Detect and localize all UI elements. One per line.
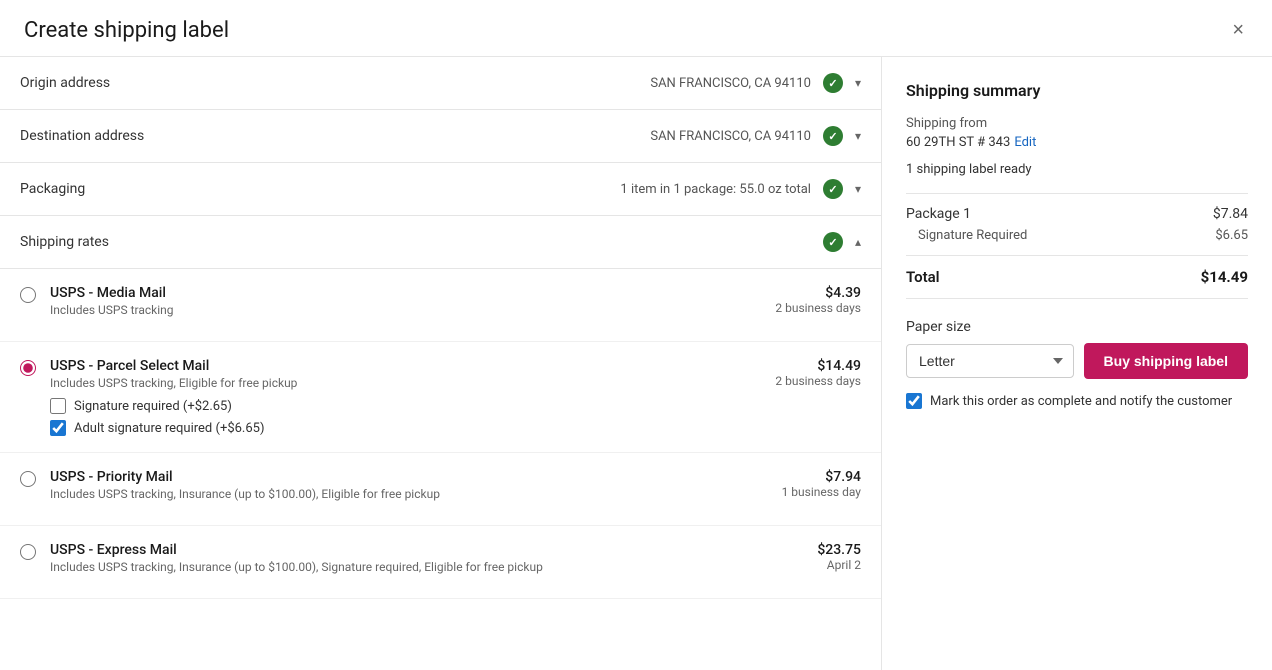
rate-express-mail-radio[interactable]: [20, 544, 36, 560]
rate-express-mail-price-col: $23.75 April 2: [817, 542, 861, 572]
rate-parcel-select-price: $14.49: [775, 358, 861, 374]
modal-title: Create shipping label: [24, 18, 229, 43]
paper-size-section: Paper size Letter 4x6 label 4x5 label Bu…: [906, 319, 1248, 379]
rate-media-mail-radio[interactable]: [20, 287, 36, 303]
rate-priority-mail-delivery: 1 business day: [782, 485, 861, 499]
rate-express-mail: USPS - Express Mail Includes USPS tracki…: [0, 526, 881, 599]
origin-right: SAN FRANCISCO, CA 94110 ▾: [650, 73, 861, 93]
rate-media-mail-desc: Includes USPS tracking: [50, 303, 759, 317]
destination-label: Destination address: [20, 128, 144, 144]
accordion-packaging-header[interactable]: Packaging 1 item in 1 package: 55.0 oz t…: [0, 163, 881, 215]
destination-chevron-icon: ▾: [855, 129, 861, 143]
shipping-rates-chevron-icon: ▴: [855, 235, 861, 249]
summary-divider-3: [906, 298, 1248, 299]
summary-package-row: Package 1 $7.84: [906, 206, 1248, 222]
accordion-origin-header[interactable]: Origin address SAN FRANCISCO, CA 94110 ▾: [0, 57, 881, 109]
summary-ready-label: 1 shipping label ready: [906, 162, 1248, 177]
rate-priority-mail-details: USPS - Priority Mail Includes USPS track…: [50, 469, 766, 509]
summary-signature-price: $6.65: [1215, 228, 1248, 243]
shipping-rates-right: ▴: [823, 232, 861, 252]
origin-value: SAN FRANCISCO, CA 94110: [650, 76, 811, 91]
close-button[interactable]: ×: [1228, 16, 1248, 44]
summary-divider-1: [906, 193, 1248, 194]
summary-shipping-from-label: Shipping from: [906, 116, 1248, 131]
accordion-destination: Destination address SAN FRANCISCO, CA 94…: [0, 110, 881, 163]
signature-required-label: Signature required (+$2.65): [74, 399, 232, 414]
packaging-value: 1 item in 1 package: 55.0 oz total: [620, 182, 811, 197]
summary-title: Shipping summary: [906, 81, 1248, 100]
rate-express-mail-details: USPS - Express Mail Includes USPS tracki…: [50, 542, 801, 582]
modal-header: Create shipping label ×: [0, 0, 1272, 57]
rate-parcel-select-name: USPS - Parcel Select Mail: [50, 358, 759, 374]
signature-required-checkbox[interactable]: [50, 398, 66, 414]
adult-signature-option: Adult signature required (+$6.65): [50, 420, 759, 436]
rate-priority-mail-price-col: $7.94 1 business day: [782, 469, 861, 499]
mark-complete-label: Mark this order as complete and notify t…: [930, 394, 1232, 409]
rate-media-mail: USPS - Media Mail Includes USPS tracking…: [0, 269, 881, 342]
buy-shipping-label-button[interactable]: Buy shipping label: [1084, 343, 1248, 379]
paper-size-row: Letter 4x6 label 4x5 label Buy shipping …: [906, 343, 1248, 379]
accordion-origin: Origin address SAN FRANCISCO, CA 94110 ▾: [0, 57, 881, 110]
summary-address-line: 60 29TH ST # 343 Edit: [906, 135, 1248, 152]
paper-size-label: Paper size: [906, 319, 1248, 335]
rate-priority-mail-radio[interactable]: [20, 471, 36, 487]
packaging-right: 1 item in 1 package: 55.0 oz total ▾: [620, 179, 861, 199]
rate-media-mail-price: $4.39: [775, 285, 861, 301]
destination-right: SAN FRANCISCO, CA 94110 ▾: [650, 126, 861, 146]
destination-check-icon: [823, 126, 843, 146]
rate-priority-mail: USPS - Priority Mail Includes USPS track…: [0, 453, 881, 526]
summary-signature-row: Signature Required $6.65: [906, 228, 1248, 243]
paper-size-select[interactable]: Letter 4x6 label 4x5 label: [906, 344, 1074, 378]
rate-parcel-select-details: USPS - Parcel Select Mail Includes USPS …: [50, 358, 759, 436]
shipping-rates-label: Shipping rates: [20, 234, 109, 250]
modal-body: Origin address SAN FRANCISCO, CA 94110 ▾…: [0, 57, 1272, 670]
destination-value: SAN FRANCISCO, CA 94110: [650, 129, 811, 144]
left-panel: Origin address SAN FRANCISCO, CA 94110 ▾…: [0, 57, 882, 670]
rate-media-mail-name: USPS - Media Mail: [50, 285, 759, 301]
summary-total-row: Total $14.49: [906, 268, 1248, 286]
rate-parcel-select-radio[interactable]: [20, 360, 36, 376]
origin-label: Origin address: [20, 75, 110, 91]
signature-required-option: Signature required (+$2.65): [50, 398, 759, 414]
origin-chevron-icon: ▾: [855, 76, 861, 90]
rate-parcel-select-delivery: 2 business days: [775, 374, 861, 388]
rate-express-mail-desc: Includes USPS tracking, Insurance (up to…: [50, 560, 801, 574]
rate-express-mail-delivery: April 2: [817, 558, 861, 572]
accordion-packaging: Packaging 1 item in 1 package: 55.0 oz t…: [0, 163, 881, 216]
accordion-destination-header[interactable]: Destination address SAN FRANCISCO, CA 94…: [0, 110, 881, 162]
origin-check-icon: [823, 73, 843, 93]
summary-package-label: Package 1: [906, 206, 971, 222]
rate-priority-mail-name: USPS - Priority Mail: [50, 469, 766, 485]
packaging-chevron-icon: ▾: [855, 182, 861, 196]
edit-address-link[interactable]: Edit: [1014, 135, 1036, 150]
shipping-rates-header[interactable]: Shipping rates ▴: [0, 216, 881, 269]
summary-total-label: Total: [906, 268, 940, 286]
summary-divider-2: [906, 255, 1248, 256]
rate-parcel-select-options: Signature required (+$2.65) Adult signat…: [50, 398, 759, 436]
rate-priority-mail-desc: Includes USPS tracking, Insurance (up to…: [50, 487, 766, 501]
rate-parcel-select-price-col: $14.49 2 business days: [775, 358, 861, 388]
rate-media-mail-price-col: $4.39 2 business days: [775, 285, 861, 315]
rate-express-mail-price: $23.75: [817, 542, 861, 558]
rate-express-mail-name: USPS - Express Mail: [50, 542, 801, 558]
shipping-rates-check-icon: [823, 232, 843, 252]
rate-priority-mail-price: $7.94: [782, 469, 861, 485]
rate-media-mail-details: USPS - Media Mail Includes USPS tracking: [50, 285, 759, 325]
mark-complete-row: Mark this order as complete and notify t…: [906, 393, 1248, 409]
summary-address-text: 60 29TH ST # 343: [906, 135, 1010, 150]
rate-parcel-select: USPS - Parcel Select Mail Includes USPS …: [0, 342, 881, 453]
adult-signature-checkbox[interactable]: [50, 420, 66, 436]
right-panel: Shipping summary Shipping from 60 29TH S…: [882, 57, 1272, 670]
summary-total-value: $14.49: [1201, 268, 1248, 286]
summary-package-price: $7.84: [1213, 206, 1248, 222]
rate-parcel-select-desc: Includes USPS tracking, Eligible for fre…: [50, 376, 759, 390]
rate-media-mail-delivery: 2 business days: [775, 301, 861, 315]
mark-complete-checkbox[interactable]: [906, 393, 922, 409]
summary-signature-label: Signature Required: [918, 228, 1027, 243]
adult-signature-label: Adult signature required (+$6.65): [74, 421, 265, 436]
packaging-label: Packaging: [20, 181, 85, 197]
packaging-check-icon: [823, 179, 843, 199]
